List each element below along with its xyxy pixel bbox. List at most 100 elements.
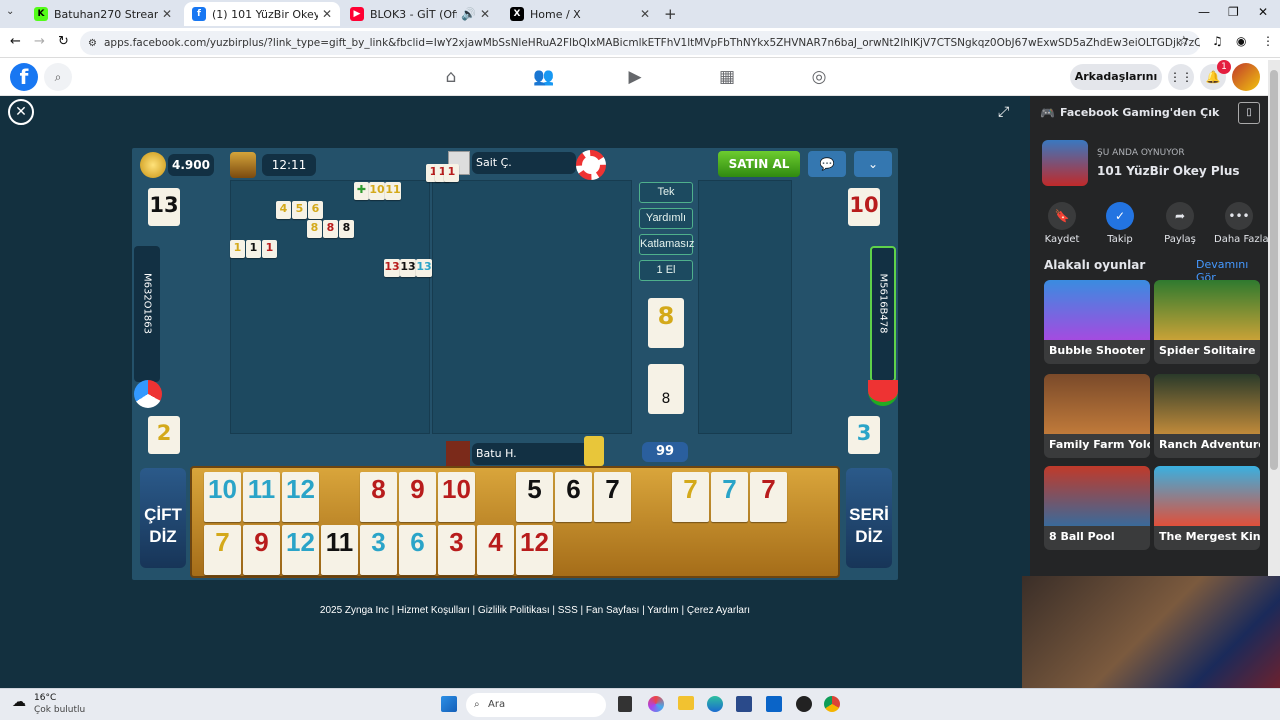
table-tile: 8 xyxy=(307,220,322,238)
rack-tile[interactable]: 3 xyxy=(360,525,397,575)
tile-rack: 10 11 12 8 9 10 5 6 7 7 7 7 7 9 12 11 3 6 3 4 12 xyxy=(190,466,840,578)
tab-1[interactable]: f (1) 101 YüzBir Okey Plus | Faceb ✕ xyxy=(184,2,340,26)
start-icon[interactable] xyxy=(441,696,457,712)
rack-tile[interactable]: 6 xyxy=(555,472,592,522)
footer-links[interactable]: 2025 Zynga Inc | Hizmet Koşulları | Gizl… xyxy=(200,605,870,616)
chest-icon[interactable] xyxy=(230,152,256,178)
game-card[interactable]: Ranch Adventures xyxy=(1154,374,1260,458)
tab-0[interactable]: K Batuhan270 Stream - Watch Liv ✕ xyxy=(26,2,180,26)
close-icon[interactable]: ✕ xyxy=(322,7,332,21)
file-explorer-icon[interactable] xyxy=(678,696,694,710)
friends-icon[interactable]: 👥 xyxy=(533,67,554,87)
edge-icon[interactable] xyxy=(707,696,723,712)
game-card[interactable]: Bubble Shooter ... xyxy=(1044,280,1150,364)
option-one-hand: 1 El xyxy=(639,260,693,281)
avatar[interactable] xyxy=(1232,63,1260,91)
table-tile: 1 xyxy=(262,240,277,258)
apps-grid-icon[interactable]: ⋮⋮ xyxy=(1168,64,1194,90)
save-button[interactable]: 🔖 Kaydet xyxy=(1040,202,1084,245)
menu-icon[interactable]: ⋮ xyxy=(1262,34,1274,48)
tab-2[interactable]: ▶ BLOK3 - GİT (Official Music 🔊 ✕ xyxy=(342,2,498,26)
close-game-button[interactable]: ✕ xyxy=(8,99,34,125)
url-input[interactable]: ⚙ apps.facebook.com/yuzbirplus/?link_typ… xyxy=(80,31,1200,55)
video-icon[interactable]: ▶ xyxy=(625,67,645,87)
close-icon[interactable]: ✕ xyxy=(480,7,490,21)
game-card[interactable]: 8 Ball Pool xyxy=(1044,466,1150,550)
rack-tile[interactable]: 3 xyxy=(438,525,475,575)
rack-tile[interactable]: 7 xyxy=(594,472,631,522)
find-friends-button[interactable]: Arkadaşlarını bul xyxy=(1070,64,1162,109)
window-close-icon[interactable]: ✕ xyxy=(1258,5,1268,19)
marketplace-icon[interactable]: ▦ xyxy=(717,67,737,87)
rack-tile[interactable]: 11 xyxy=(321,525,358,575)
tab-3[interactable]: X Home / X ✕ xyxy=(502,2,658,26)
pairs-button[interactable]: ÇİFT DİZ xyxy=(140,468,186,568)
task-view-icon[interactable] xyxy=(618,696,632,712)
rack-tile[interactable]: 12 xyxy=(282,525,319,575)
joker-plus-icon: ✚ xyxy=(354,182,369,200)
weather-icon[interactable]: ☁ xyxy=(12,694,26,710)
search-placeholder: Ara xyxy=(488,699,506,710)
buy-button[interactable]: SATIN AL xyxy=(718,151,800,177)
rack-tile[interactable]: 9 xyxy=(243,525,280,575)
fullscreen-icon[interactable]: ⤢ xyxy=(998,104,1009,120)
scrollbar[interactable] xyxy=(1268,60,1280,576)
rack-tile[interactable]: 7 xyxy=(750,472,787,522)
profile-icon[interactable]: ◉ xyxy=(1236,34,1246,48)
chat-icon[interactable]: 💬 xyxy=(808,151,846,177)
obs-icon[interactable] xyxy=(796,696,812,712)
new-tab-icon[interactable]: + xyxy=(664,5,677,23)
restore-icon[interactable]: ❐ xyxy=(1228,5,1239,19)
rack-tile[interactable]: 12 xyxy=(516,525,553,575)
rack-tile[interactable]: 8 xyxy=(360,472,397,522)
exit-gaming-link[interactable]: Facebook Gaming'den Çık xyxy=(1060,106,1219,119)
rack-tile[interactable]: 10 xyxy=(204,472,241,522)
game-card[interactable]: Spider Solitaire xyxy=(1154,280,1260,364)
lifebuoy-icon[interactable] xyxy=(576,150,606,180)
rack-tile[interactable]: 7 xyxy=(204,525,241,575)
series-button[interactable]: SERİ DİZ xyxy=(846,468,892,568)
bookmark-star-icon[interactable]: ☆ xyxy=(1178,34,1190,49)
media-icon[interactable]: ♫ xyxy=(1212,34,1223,48)
rack-tile[interactable]: 6 xyxy=(399,525,436,575)
collapse-panel-icon[interactable]: ▯ xyxy=(1238,102,1260,124)
home-icon[interactable]: ⌂ xyxy=(441,67,461,87)
close-icon[interactable]: ✕ xyxy=(162,7,172,21)
now-playing-label: ŞU ANDA OYNUYOR xyxy=(1097,148,1185,158)
follow-button[interactable]: ✓ Takip xyxy=(1098,202,1142,245)
game-card[interactable]: Family Farm Yolc... xyxy=(1044,374,1150,458)
more-button[interactable]: ••• Daha Fazla xyxy=(1214,202,1269,245)
groups-icon[interactable]: ◎ xyxy=(809,67,829,87)
bottom-avatar xyxy=(446,441,470,467)
close-icon[interactable]: ✕ xyxy=(640,7,650,21)
chrome-icon[interactable] xyxy=(824,696,840,712)
reload-icon[interactable]: ↻ xyxy=(58,34,69,49)
outlook-icon[interactable] xyxy=(766,696,782,712)
rack-tile[interactable]: 11 xyxy=(243,472,280,522)
chevron-down-icon[interactable]: ⌄ xyxy=(854,151,892,177)
tab-list-icon[interactable]: ⌄ xyxy=(6,6,14,17)
rack-tile[interactable]: 10 xyxy=(438,472,475,522)
gamepad-icon: 🎮 xyxy=(1040,106,1055,120)
rack-tile[interactable]: 12 xyxy=(282,472,319,522)
rack-tile[interactable]: 9 xyxy=(399,472,436,522)
minimize-icon[interactable]: — xyxy=(1198,5,1210,19)
rack-tile[interactable]: 7 xyxy=(672,472,709,522)
share-button[interactable]: ➦ Paylaş xyxy=(1158,202,1202,245)
copilot-icon[interactable] xyxy=(648,696,664,712)
rack-tile[interactable]: 7 xyxy=(711,472,748,522)
address-toolbar: ← → ↻ ⚙ apps.facebook.com/yuzbirplus/?li… xyxy=(0,28,1280,58)
rack-tile[interactable]: 4 xyxy=(477,525,514,575)
rack-tile[interactable]: 5 xyxy=(516,472,553,522)
taskbar-search[interactable]: ⌕ Ara xyxy=(466,693,606,717)
scrollbar-thumb[interactable] xyxy=(1270,70,1278,470)
facebook-logo-icon[interactable]: f xyxy=(10,63,38,91)
search-icon[interactable]: ⌕ xyxy=(44,63,72,91)
game-card[interactable]: The Mergest Kin... xyxy=(1154,466,1260,550)
forward-icon[interactable]: → xyxy=(34,34,45,49)
site-info-icon[interactable]: ⚙ xyxy=(88,38,97,49)
back-icon[interactable]: ← xyxy=(10,34,21,49)
audio-icon[interactable]: 🔊 xyxy=(461,7,476,21)
discard-tile[interactable]: 8 xyxy=(648,364,684,414)
store-icon[interactable] xyxy=(736,696,752,712)
